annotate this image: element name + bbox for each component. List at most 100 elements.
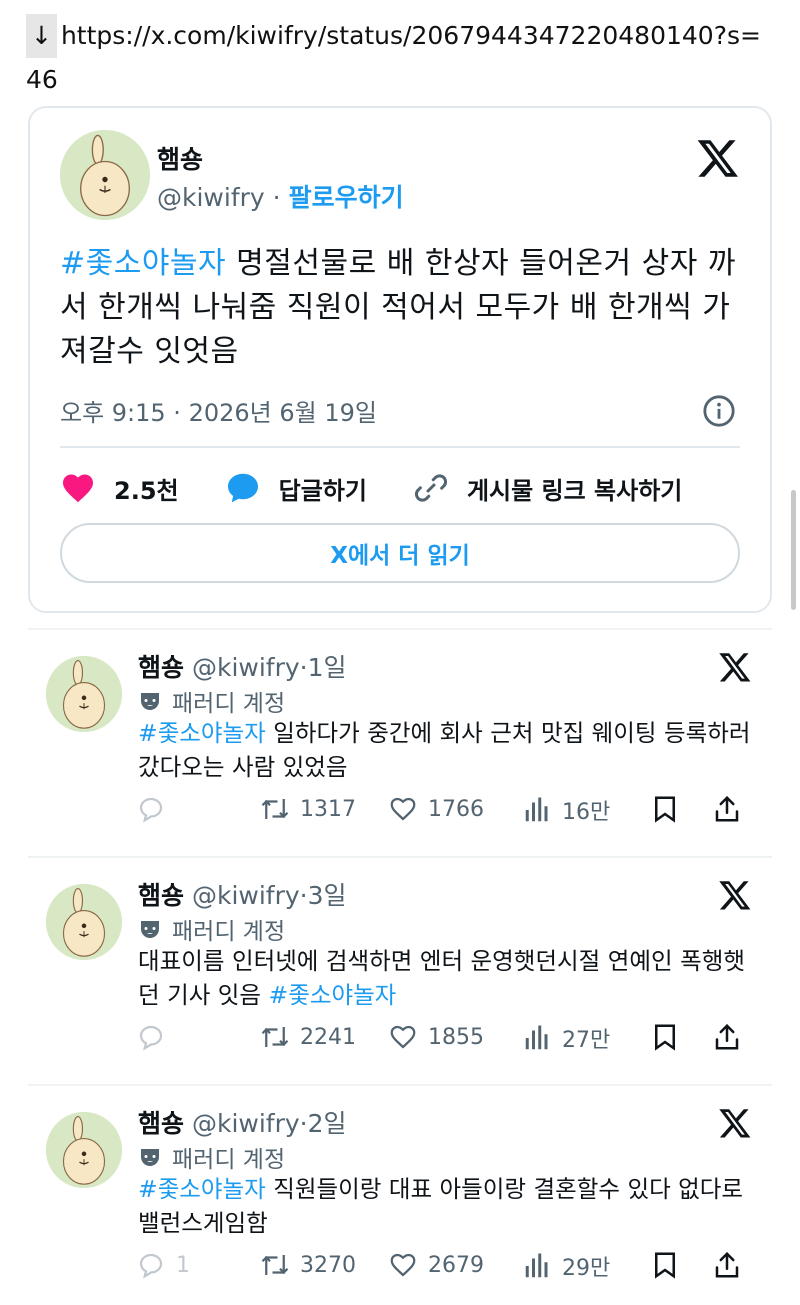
tweet-text: #좇소야놀자 직원들이랑 대표 아들이랑 결혼할수 있다 없다로 밸런스게임함 (138, 1172, 758, 1240)
bar-chart-icon (525, 1025, 548, 1050)
views-button[interactable]: 27만 (522, 1022, 610, 1054)
retweet-button[interactable]: 1317 (260, 794, 356, 824)
bookmark-button[interactable] (650, 1022, 690, 1052)
x-logo-icon[interactable] (718, 878, 752, 912)
hashtag-link[interactable]: #좇소야놀자 (138, 719, 266, 747)
copy-link-label: 게시물 링크 복사하기 (466, 476, 683, 505)
follow-link[interactable]: 팔로우하기 (289, 183, 404, 212)
heart-outline-icon (390, 1025, 416, 1049)
reply-button[interactable]: 1 (136, 1250, 190, 1280)
retweet-button[interactable]: 2241 (260, 1022, 356, 1052)
views-button[interactable]: 29만 (522, 1250, 610, 1282)
tweet-header: 햄숑 @kiwifry·3일 (138, 876, 347, 912)
parody-label-row: 패러디 계정 (138, 912, 285, 946)
tweet-actions: 2241 1855 27만 (136, 1022, 756, 1058)
author-handle[interactable]: @kiwifry (192, 1109, 300, 1138)
url-link[interactable]: https://x.com/kiwifry/status/20679443472… (26, 21, 761, 94)
share-button[interactable] (712, 1022, 752, 1052)
tweet-actions: 1317 1766 16만 (136, 794, 756, 830)
copy-link-button[interactable]: 게시물 링크 복사하기 (413, 470, 682, 506)
like-button[interactable]: 2679 (388, 1250, 484, 1280)
avatar[interactable] (46, 656, 122, 732)
parody-label: 패러디 계정 (172, 919, 286, 945)
reply-button[interactable]: 답글하기 (225, 470, 367, 506)
hashtag-link[interactable]: #좇소야놀자 (138, 1175, 266, 1203)
reply-label: 답글하기 (278, 476, 367, 505)
share-button[interactable] (712, 1250, 752, 1280)
x-logo-icon[interactable] (718, 650, 752, 684)
theater-mask-icon (141, 1149, 159, 1166)
info-icon[interactable] (702, 394, 736, 428)
tweet-item[interactable]: 햄숑 @kiwifry·3일 패러디 계정 대표이름 인터넷에 검색하면 엔터 … (28, 856, 772, 1084)
hashtag-link[interactable]: #좇소야놀자 (60, 246, 226, 281)
hashtag-link[interactable]: #좇소야놀자 (269, 981, 397, 1009)
bookmark-button[interactable] (650, 1250, 690, 1280)
like-button[interactable]: 2.5천 (60, 470, 179, 506)
avatar[interactable] (46, 884, 122, 960)
x-logo-icon[interactable] (696, 136, 740, 180)
author-name[interactable]: 햄숑 (157, 140, 203, 176)
tweet-age[interactable]: ·1일 (300, 653, 347, 682)
reply-count: 1 (176, 1252, 190, 1278)
view-count: 16만 (562, 800, 611, 825)
speech-bubble-icon (227, 473, 258, 503)
bookmark-icon (655, 1252, 675, 1279)
author-handle[interactable]: @kiwifry (157, 183, 265, 212)
reply-icon (139, 797, 163, 823)
parody-label-row: 패러디 계정 (138, 684, 285, 718)
author-name[interactable]: 햄숑 (138, 653, 184, 682)
tweet-text: #좇소야놀자 명절선물로 배 한상자 들어온거 상자 까서 한개씩 나눠줌 직원… (60, 242, 750, 374)
views-button[interactable]: 16만 (522, 794, 610, 826)
tweet-text: 대표이름 인터넷에 검색하면 엔터 운영햇던시절 연예인 폭행햇던 기사 잇음 … (138, 944, 758, 1012)
tweet-age[interactable]: ·2일 (300, 1109, 347, 1138)
reply-icon (139, 1025, 163, 1051)
author-handle[interactable]: @kiwifry (192, 653, 300, 682)
tweet-header: 햄숑 @kiwifry·2일 (138, 1104, 347, 1140)
download-arrow-icon: ↓ (26, 14, 57, 58)
reply-icon (139, 1253, 163, 1279)
x-logo-icon[interactable] (718, 1106, 752, 1140)
bar-chart-icon (525, 797, 548, 822)
separator: · (272, 183, 281, 212)
share-icon (715, 1251, 739, 1278)
bar-chart-icon (525, 1253, 548, 1278)
retweet-icon (261, 1255, 289, 1275)
heart-outline-icon (390, 1253, 416, 1277)
heart-outline-icon (390, 797, 416, 821)
author-handle[interactable]: @kiwifry (192, 881, 300, 910)
tweet-item[interactable]: 햄숑 @kiwifry·2일 패러디 계정 #좇소야놀자 직원들이랑 대표 아들… (28, 1084, 772, 1305)
retweet-icon (261, 799, 289, 819)
read-more-button[interactable]: X에서 더 읽기 (60, 523, 740, 583)
share-icon (715, 1023, 739, 1050)
heart-icon (63, 474, 93, 503)
like-button[interactable]: 1855 (388, 1022, 484, 1052)
scrollbar[interactable] (791, 490, 796, 610)
like-count: 2679 (428, 1252, 484, 1278)
parody-label: 패러디 계정 (172, 691, 286, 717)
tweet-timestamp[interactable]: 오후 9:15 · 2026년 6월 19일 (60, 393, 377, 428)
author-name[interactable]: 햄숑 (138, 881, 184, 910)
tweet-item[interactable]: 햄숑 @kiwifry·1일 패러디 계정 #좇소야놀자 일하다가 중간에 회사… (28, 628, 772, 856)
retweet-count: 1317 (300, 796, 356, 822)
retweet-count: 3270 (300, 1252, 356, 1278)
tweet-age[interactable]: ·3일 (300, 881, 347, 910)
divider (60, 446, 740, 448)
author-handle-row: @kiwifry · 팔로우하기 (157, 178, 404, 214)
embed-actions: 2.5천 답글하기 게시물 링크 복사하기 (60, 468, 750, 508)
reply-button[interactable] (136, 1022, 176, 1052)
like-button[interactable]: 1766 (388, 794, 484, 824)
like-count: 1855 (428, 1024, 484, 1050)
share-icon (715, 795, 739, 822)
like-count: 2.5천 (114, 476, 179, 505)
share-button[interactable] (712, 794, 752, 824)
url-text[interactable]: ↓ https://x.com/kiwifry/status/2067944347… (26, 14, 776, 102)
retweet-button[interactable]: 3270 (260, 1250, 356, 1280)
reply-button[interactable] (136, 794, 176, 824)
embedded-tweet-card[interactable]: 햄숑 @kiwifry · 팔로우하기 #좇소야놀자 명절선물로 배 한상자 들… (28, 106, 772, 613)
avatar[interactable] (60, 130, 150, 220)
bookmark-button[interactable] (650, 794, 690, 824)
link-icon (414, 474, 447, 502)
bookmark-icon (655, 796, 675, 823)
avatar[interactable] (46, 1112, 122, 1188)
author-name[interactable]: 햄숑 (138, 1109, 184, 1138)
